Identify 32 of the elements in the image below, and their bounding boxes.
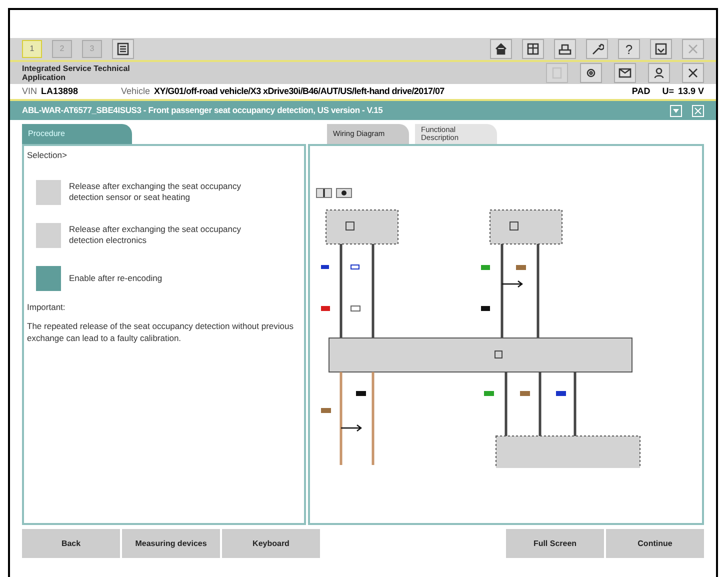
footer-button[interactable]: Measuring devices — [122, 529, 220, 558]
help-button[interactable]: ? — [618, 39, 640, 59]
footer-button[interactable]: Back — [22, 529, 120, 558]
step-tab[interactable]: 1 — [22, 40, 42, 58]
footer-button[interactable]: Full Screen — [506, 529, 604, 558]
vin-label: VIN — [22, 84, 38, 98]
app-title: Integrated Service Technical Application — [22, 64, 131, 82]
voltage-label: U= — [662, 84, 674, 98]
document-title: ABL-WAR-AT6577_SBE4ISUS3 - Front passenger seat occupancy detection, US version - V.15 — [22, 104, 383, 117]
important-note: The repeated release of the seat occupancy detection without previous exchange can lead to a faulty calibration. — [27, 320, 295, 344]
list-icon[interactable] — [112, 39, 134, 59]
minimize-icon[interactable] — [670, 104, 682, 116]
vin-value: LA13898 — [41, 84, 80, 98]
download-icon[interactable] — [650, 39, 672, 59]
wrench-icon[interactable] — [586, 39, 608, 59]
footer-button[interactable]: Keyboard — [222, 529, 320, 558]
voltage-value: 13.9 V — [678, 84, 704, 98]
vehicle-value: XY/G01/off-road vehicle/X3 xDrive30i/B46/AUT/US/left-hand drive/2017/07 — [154, 84, 444, 98]
info-icon[interactable] — [316, 188, 332, 198]
option-button[interactable]: Enable after re-encoding — [27, 266, 301, 291]
option-button[interactable]: Release after exchanging the seat occupancy detection sensor or seat heating — [27, 180, 301, 205]
close-icon[interactable] — [682, 63, 704, 83]
vehicle-label: Vehicle — [121, 84, 150, 98]
home-icon[interactable] — [490, 39, 512, 59]
important-label: Important: — [27, 300, 66, 314]
option-button[interactable]: Release after exchanging the seat occupancy detection electronics — [27, 222, 301, 248]
settings-icon[interactable] — [580, 63, 602, 83]
selection-heading: Selection> — [27, 149, 68, 162]
document-grid-icon[interactable] — [522, 39, 544, 59]
mail-icon[interactable] — [614, 63, 636, 83]
pad-label: PAD — [632, 84, 650, 98]
footer-button[interactable]: Continue — [606, 529, 704, 558]
